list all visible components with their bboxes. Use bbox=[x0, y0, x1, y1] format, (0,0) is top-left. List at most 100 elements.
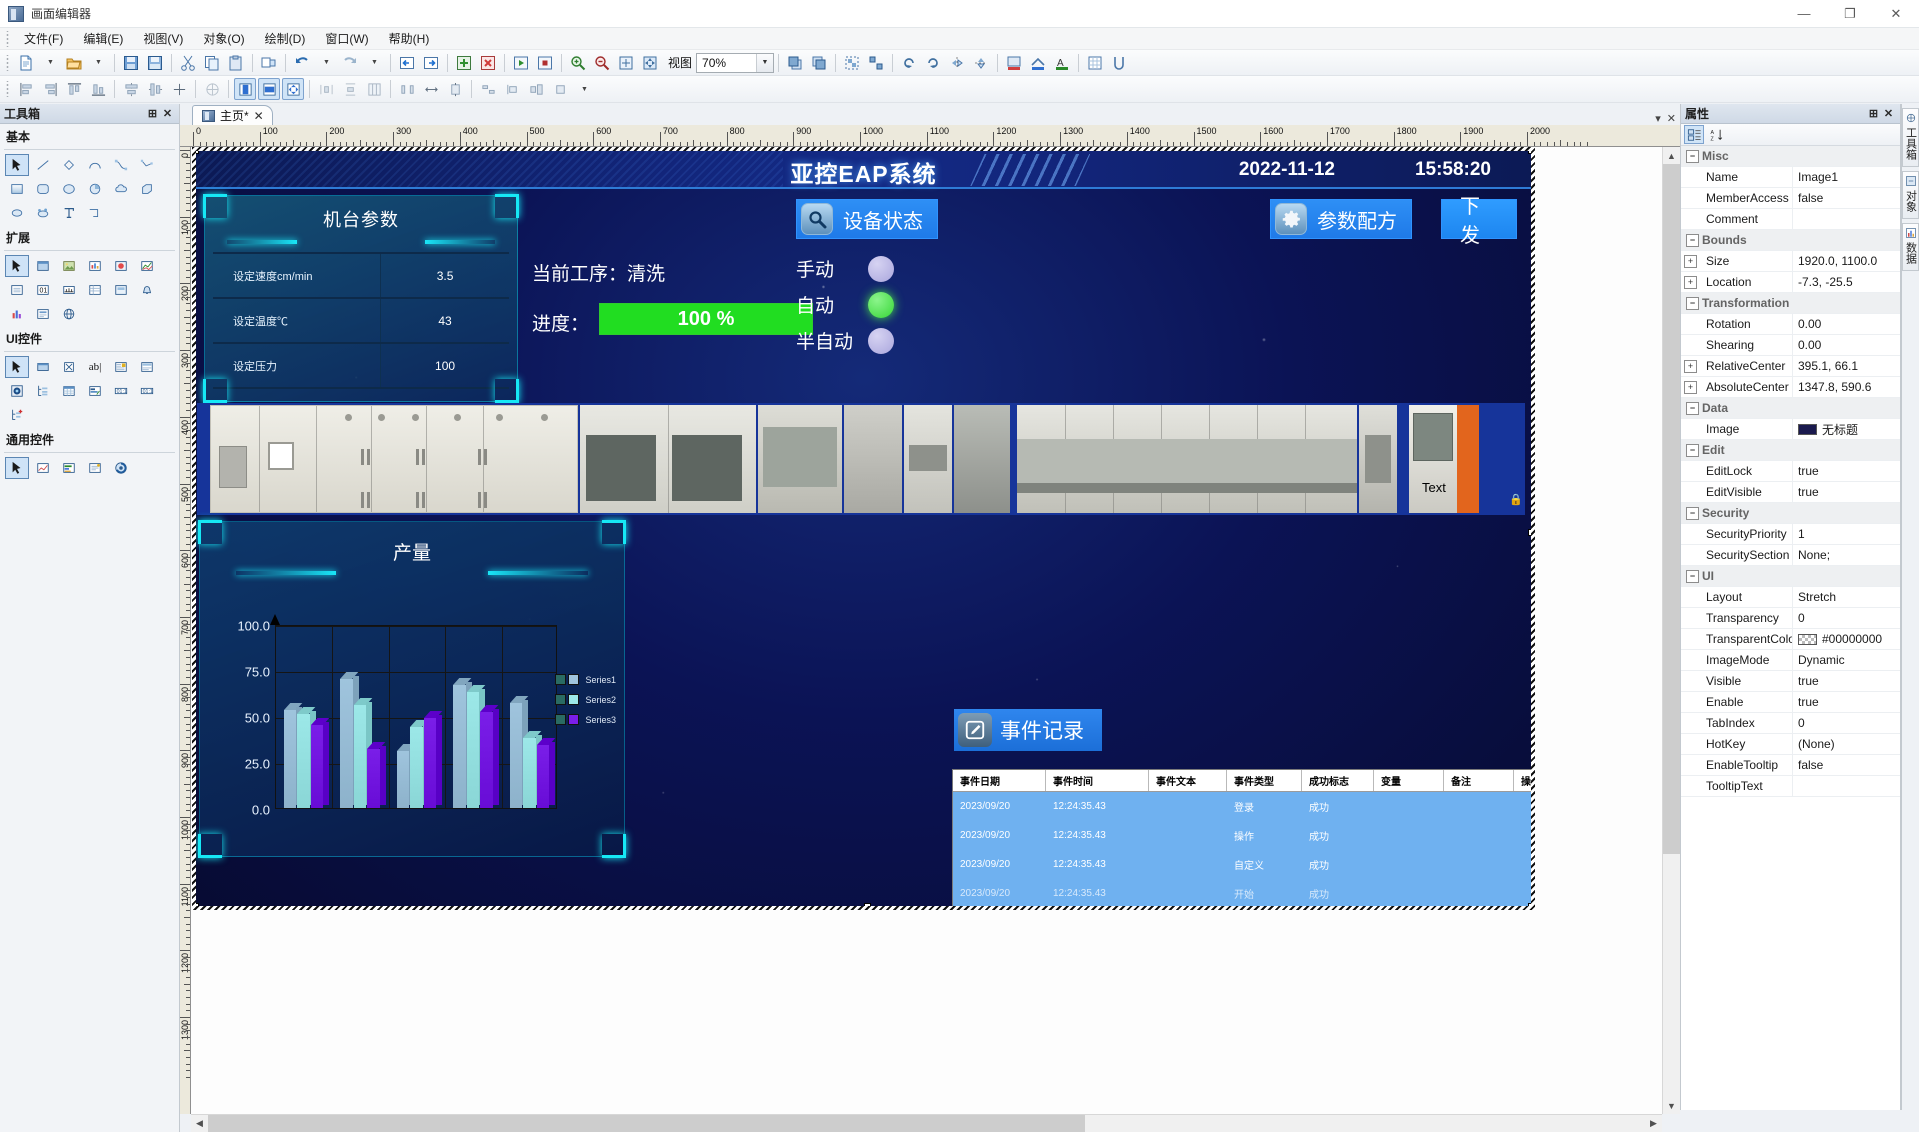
tool-activex-doc[interactable] bbox=[83, 457, 107, 479]
property-row[interactable]: ImageMode Dynamic bbox=[1681, 650, 1900, 671]
delete-window-icon[interactable] bbox=[477, 52, 499, 74]
restore-button[interactable]: ❐ bbox=[1827, 0, 1873, 28]
tool-groupbox[interactable] bbox=[135, 356, 159, 378]
tool-recipe[interactable] bbox=[31, 303, 55, 325]
rotate-left-icon[interactable] bbox=[898, 52, 920, 74]
design-canvas[interactable]: 亚控EAP系统 2022-11-12 15:58:20 机台参数 设定速度cm/… bbox=[191, 147, 1662, 1114]
menu-edit[interactable]: 编辑(E) bbox=[73, 28, 133, 49]
zoom-in-icon[interactable] bbox=[567, 52, 589, 74]
property-row[interactable]: EditVisible true bbox=[1681, 482, 1900, 503]
tool-slider[interactable] bbox=[57, 279, 81, 301]
nudge-icon[interactable] bbox=[444, 78, 466, 100]
property-row[interactable]: + RelativeCenter 395.1, 66.1 bbox=[1681, 356, 1900, 377]
property-value[interactable]: 0 bbox=[1792, 713, 1900, 733]
property-row[interactable]: Transparency 0 bbox=[1681, 608, 1900, 629]
fill-color-icon[interactable] bbox=[1003, 52, 1025, 74]
tool-histogram[interactable] bbox=[5, 303, 29, 325]
property-row[interactable]: MemberAccess false bbox=[1681, 188, 1900, 209]
property-row[interactable]: EditLock true bbox=[1681, 461, 1900, 482]
tool-add-tree-node[interactable] bbox=[5, 404, 29, 426]
expand-icon[interactable]: + bbox=[1684, 275, 1697, 289]
stop-icon[interactable] bbox=[534, 52, 556, 74]
property-row[interactable]: EnableTooltip false bbox=[1681, 755, 1900, 776]
property-row[interactable]: TooltipText bbox=[1681, 776, 1900, 797]
property-group-header[interactable]: − Misc bbox=[1681, 146, 1900, 167]
zoom-out-icon[interactable] bbox=[591, 52, 613, 74]
property-row[interactable]: TransparentColo #00000000 bbox=[1681, 629, 1900, 650]
vscroll-thumb[interactable] bbox=[1663, 164, 1680, 855]
scroll-up-icon[interactable]: ▲ bbox=[1663, 147, 1680, 164]
property-row[interactable]: Enable true bbox=[1681, 692, 1900, 713]
alphabetical-sort-icon[interactable]: AZ bbox=[1707, 125, 1727, 144]
tool-datagrid[interactable] bbox=[57, 380, 81, 402]
lock-object-icon[interactable] bbox=[477, 78, 499, 100]
property-group-header[interactable]: − Data bbox=[1681, 398, 1900, 419]
property-value[interactable] bbox=[1792, 776, 1900, 796]
tool-rounded-rect[interactable] bbox=[31, 178, 55, 200]
canvas-horizontal-scrollbar[interactable]: ◀ ▶ bbox=[191, 1114, 1662, 1132]
table-column-header[interactable]: 成功标志 bbox=[1302, 770, 1374, 791]
tool-group-shape[interactable] bbox=[31, 202, 55, 224]
next-page-icon[interactable] bbox=[420, 52, 442, 74]
table-column-header[interactable]: 事件类型 bbox=[1227, 770, 1302, 791]
selection-handle[interactable] bbox=[1528, 528, 1531, 536]
property-value[interactable]: true bbox=[1792, 461, 1900, 481]
tool-freeform[interactable] bbox=[5, 202, 29, 224]
property-value[interactable]: 1920.0, 1100.0 bbox=[1792, 251, 1900, 271]
property-value[interactable]: Dynamic bbox=[1792, 650, 1900, 670]
property-row[interactable]: Image 无标题 bbox=[1681, 419, 1900, 440]
run-icon[interactable] bbox=[510, 52, 532, 74]
tool-window-control[interactable] bbox=[109, 356, 133, 378]
hscroll-track[interactable] bbox=[208, 1115, 1645, 1132]
property-value[interactable]: false bbox=[1792, 755, 1900, 775]
tool-activex-media[interactable] bbox=[109, 457, 133, 479]
property-value[interactable] bbox=[1792, 209, 1900, 229]
minimize-button[interactable]: — bbox=[1781, 0, 1827, 28]
selection-handle[interactable] bbox=[1528, 151, 1531, 154]
new-file-dropdown-icon[interactable]: ▼ bbox=[39, 52, 61, 74]
distribute-v-icon[interactable] bbox=[339, 78, 361, 100]
tool-gauge[interactable] bbox=[109, 255, 133, 277]
expand-icon[interactable]: + bbox=[1684, 380, 1697, 394]
property-row[interactable]: HotKey (None) bbox=[1681, 734, 1900, 755]
tool-connector[interactable] bbox=[83, 202, 107, 224]
tool-trend[interactable] bbox=[135, 255, 159, 277]
table-column-header[interactable]: 事件时间 bbox=[1046, 770, 1149, 791]
grid-toggle-icon[interactable] bbox=[1084, 52, 1106, 74]
device-status-button[interactable]: 设备状态 bbox=[796, 199, 938, 239]
property-row[interactable]: SecurityPriority 1 bbox=[1681, 524, 1900, 545]
align-center-h-icon[interactable] bbox=[120, 78, 142, 100]
tool-activex-bar[interactable] bbox=[57, 457, 81, 479]
canvas-vertical-scrollbar[interactable]: ▲ ▼ bbox=[1662, 147, 1680, 1114]
vscroll-track[interactable] bbox=[1663, 164, 1680, 1097]
color-swatch[interactable] bbox=[1798, 633, 1817, 645]
fit-window-icon[interactable] bbox=[639, 52, 661, 74]
tool-select-ui[interactable] bbox=[5, 356, 29, 378]
distribute-grid-icon[interactable] bbox=[363, 78, 385, 100]
open-file-icon[interactable] bbox=[63, 52, 85, 74]
same-height-icon[interactable] bbox=[258, 78, 280, 100]
property-value[interactable]: Image1 bbox=[1792, 167, 1900, 187]
chevron-down-icon[interactable]: ▼ bbox=[756, 53, 774, 72]
collapse-icon[interactable]: − bbox=[1686, 149, 1699, 163]
property-row[interactable]: TabIndex 0 bbox=[1681, 713, 1900, 734]
property-group-header[interactable]: − Bounds bbox=[1681, 230, 1900, 251]
tool-chart-control[interactable] bbox=[83, 380, 107, 402]
tool-listbox[interactable] bbox=[5, 279, 29, 301]
rotate-right-icon[interactable] bbox=[922, 52, 944, 74]
tool-select-basic[interactable] bbox=[5, 154, 29, 176]
tool-web[interactable] bbox=[57, 303, 81, 325]
redo-dropdown-icon[interactable]: ▼ bbox=[363, 52, 385, 74]
tool-radio[interactable] bbox=[5, 380, 29, 402]
property-value[interactable]: true bbox=[1792, 671, 1900, 691]
properties-pin-icon[interactable]: ⊞ bbox=[1866, 106, 1881, 121]
collapse-icon[interactable]: − bbox=[1686, 296, 1699, 310]
table-row[interactable]: 2023/09/20 12:24:35.43 登录 成功 bbox=[953, 792, 1531, 821]
side-tab-data[interactable]: 数据 bbox=[1902, 223, 1919, 271]
add-window-icon[interactable] bbox=[453, 52, 475, 74]
tool-text[interactable] bbox=[57, 202, 81, 224]
tool-select-general[interactable] bbox=[5, 457, 29, 479]
align-bottom-icon[interactable] bbox=[87, 78, 109, 100]
property-value[interactable]: 0.00 bbox=[1792, 314, 1900, 334]
tool-time-display[interactable]: 01:1 bbox=[109, 380, 133, 402]
